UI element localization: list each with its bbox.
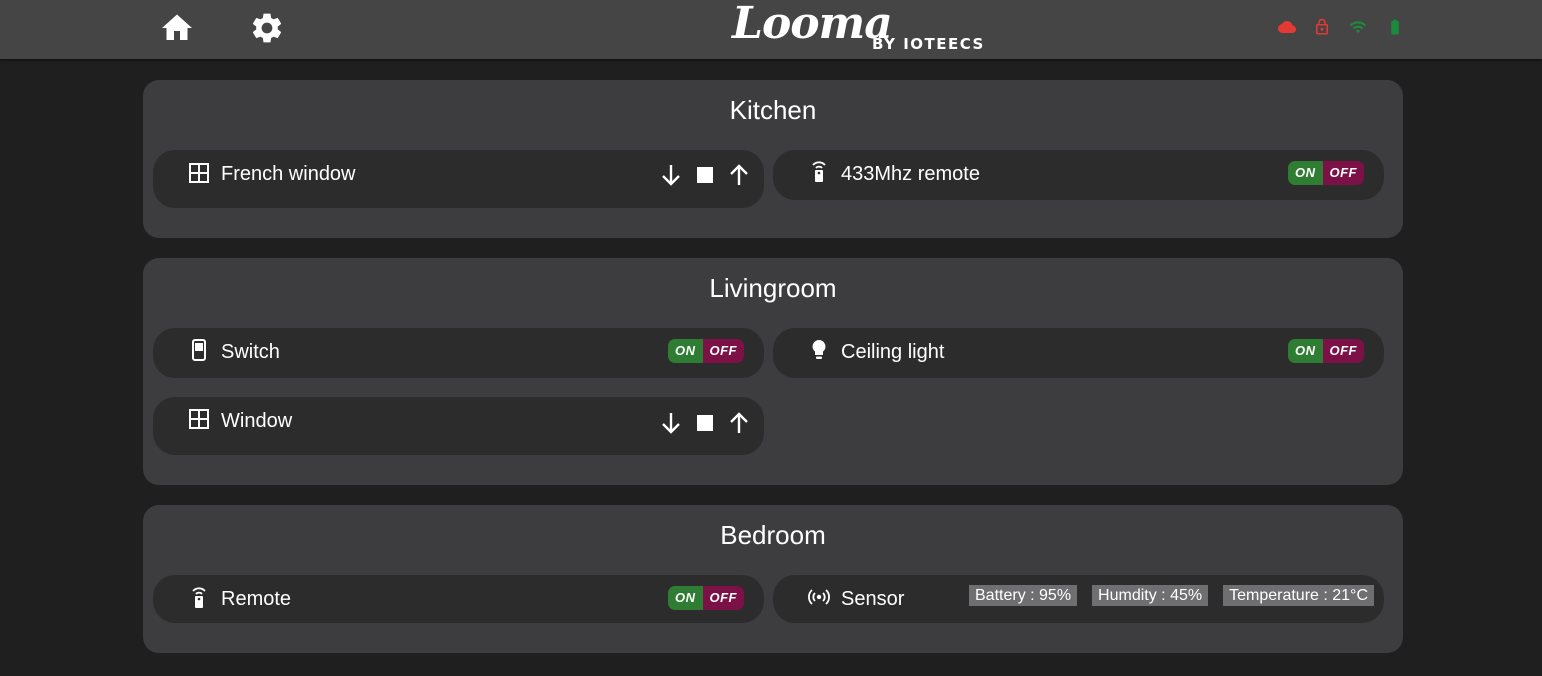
device-switch: Switch ON OFF bbox=[153, 328, 764, 378]
temperature-reading: Temperature : 21°C bbox=[1223, 585, 1374, 606]
device-label: 433Mhz remote bbox=[841, 163, 980, 185]
room-title: Kitchen bbox=[729, 95, 817, 125]
device-label: Switch bbox=[221, 341, 280, 363]
room-livingroom: Livingroom Switch ON OFF Ceiling light O… bbox=[143, 258, 1403, 485]
wifi-icon bbox=[1349, 18, 1367, 36]
off-button[interactable]: OFF bbox=[1322, 339, 1364, 363]
device-window: Window bbox=[153, 397, 764, 455]
logo-byline: BY IOTEECS bbox=[872, 35, 985, 53]
sensor-icon bbox=[808, 585, 830, 609]
shutter-controls bbox=[660, 411, 750, 435]
device-label: Window bbox=[221, 410, 293, 432]
humidity-reading: Humdity : 45% bbox=[1092, 585, 1209, 606]
remote-icon bbox=[808, 159, 830, 183]
arrow-down-button[interactable] bbox=[660, 411, 682, 435]
room-bedroom: Bedroom Remote ON OFF Sensor Battery : 9… bbox=[143, 505, 1403, 653]
window-icon bbox=[188, 407, 210, 431]
device-remote: Remote ON OFF bbox=[153, 575, 764, 623]
on-off-toggle: ON OFF bbox=[668, 339, 744, 363]
arrow-up-button[interactable] bbox=[728, 163, 750, 187]
sensor-readings: Battery : 95% Humdity : 45% Temperature … bbox=[969, 585, 1374, 606]
on-button[interactable]: ON bbox=[668, 339, 703, 363]
arrow-down-button[interactable] bbox=[660, 163, 682, 187]
device-french-window: French window bbox=[153, 150, 764, 208]
off-button[interactable]: OFF bbox=[1322, 161, 1364, 185]
top-bar: Looma BY IOTEECS bbox=[0, 0, 1542, 59]
device-label: Ceiling light bbox=[841, 341, 945, 363]
lock-icon bbox=[1313, 18, 1331, 36]
on-button[interactable]: ON bbox=[668, 586, 703, 610]
logo-text: Looma bbox=[732, 0, 893, 49]
room-kitchen: Kitchen French window 433Mhz remote ON O… bbox=[143, 80, 1403, 238]
on-off-toggle: ON OFF bbox=[1288, 161, 1364, 185]
cloud-icon bbox=[1278, 18, 1296, 36]
off-button[interactable]: OFF bbox=[702, 339, 744, 363]
on-off-toggle: ON OFF bbox=[1288, 339, 1364, 363]
shutter-controls bbox=[660, 163, 750, 187]
device-433mhz-remote: 433Mhz remote ON OFF bbox=[773, 150, 1384, 200]
window-icon bbox=[188, 161, 210, 185]
on-button[interactable]: ON bbox=[1288, 161, 1323, 185]
device-ceiling-light: Ceiling light ON OFF bbox=[773, 328, 1384, 378]
device-label: French window bbox=[221, 163, 356, 185]
off-button[interactable]: OFF bbox=[702, 586, 744, 610]
stop-button[interactable] bbox=[694, 411, 716, 435]
lightbulb-icon bbox=[808, 338, 830, 362]
stop-button[interactable] bbox=[694, 163, 716, 187]
remote-icon bbox=[188, 585, 210, 609]
device-sensor: Sensor Battery : 95% Humdity : 45% Tempe… bbox=[773, 575, 1384, 623]
switch-icon bbox=[188, 338, 210, 362]
battery-reading: Battery : 95% bbox=[969, 585, 1078, 606]
on-off-toggle: ON OFF bbox=[668, 586, 744, 610]
room-title: Livingroom bbox=[709, 273, 837, 303]
battery-icon bbox=[1386, 18, 1404, 36]
room-title: Bedroom bbox=[720, 520, 826, 550]
home-icon[interactable] bbox=[159, 10, 195, 46]
on-button[interactable]: ON bbox=[1288, 339, 1323, 363]
arrow-up-button[interactable] bbox=[728, 411, 750, 435]
device-label: Remote bbox=[221, 588, 292, 610]
device-label: Sensor bbox=[841, 588, 905, 610]
gear-icon[interactable] bbox=[249, 10, 285, 46]
